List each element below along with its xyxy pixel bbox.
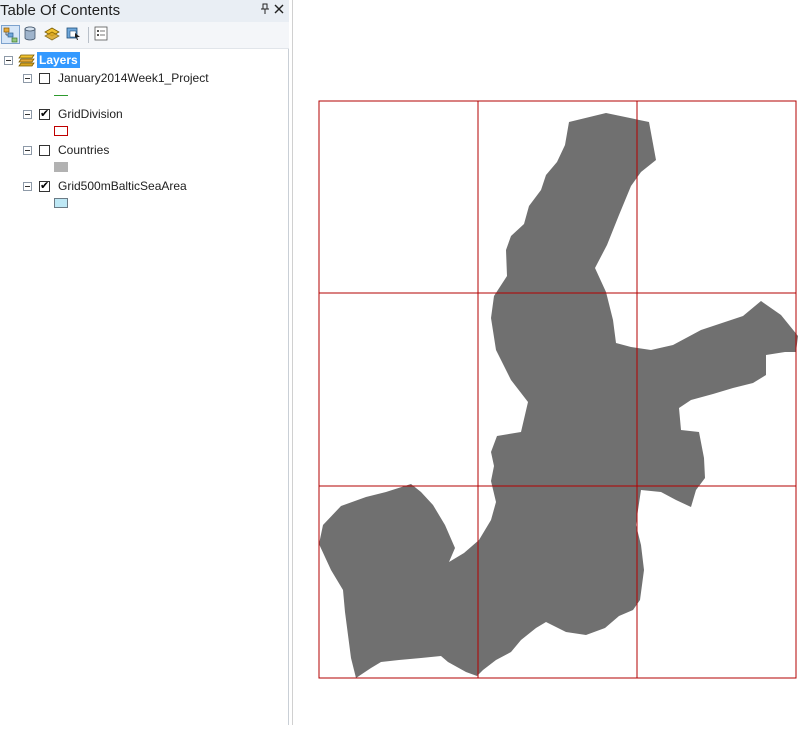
toc-toolbar	[0, 22, 289, 49]
toc-title: Table Of Contents	[0, 2, 121, 19]
layer-expander-grid500mbalticseaarea[interactable]	[23, 182, 32, 191]
light-blue-fill-symbol[interactable]	[54, 198, 68, 208]
close-icon-graphic	[274, 4, 284, 14]
layers-expander[interactable]	[4, 56, 13, 65]
list-by-visibility-button[interactable]	[44, 25, 63, 44]
map-display[interactable]	[292, 0, 806, 725]
pin-icon-graphic	[261, 3, 269, 14]
gray-fill-symbol[interactable]	[54, 162, 68, 172]
layer-checkbox-countries[interactable]	[39, 145, 50, 156]
layer-expander-countries[interactable]	[23, 146, 32, 155]
grid-cell	[636, 485, 797, 679]
hollow-rectangle-symbol[interactable]	[54, 126, 68, 136]
list-by-drawing-order-icon	[3, 27, 18, 43]
line-symbol[interactable]	[54, 95, 68, 96]
layer-checkbox-griddivision[interactable]: ✔	[39, 109, 50, 120]
layer-name-january2014week1-project[interactable]: January2014Week1_Project	[58, 71, 209, 85]
layer-checkbox-grid500mbalticseaarea[interactable]: ✔	[39, 181, 50, 192]
layer-expander-griddivision[interactable]	[23, 110, 32, 119]
layer-expander-january2014week1-project[interactable]	[23, 74, 32, 83]
pin-icon[interactable]	[258, 3, 272, 17]
list-by-source-button[interactable]	[22, 25, 41, 44]
land-polygon	[319, 113, 798, 678]
list-by-drawing-order-button[interactable]	[1, 25, 20, 44]
layer-checkbox-january2014week1-project[interactable]	[39, 73, 50, 84]
toc-title-bar: Table Of Contents	[0, 0, 289, 23]
grid-cell	[318, 100, 479, 294]
grid-cell	[636, 100, 797, 294]
layer-name-grid500mbalticseaarea[interactable]: Grid500mBalticSeaArea	[58, 179, 187, 193]
table-of-contents-panel: Table Of Contents Layers January2014Week…	[0, 0, 289, 725]
layer-name-griddivision[interactable]: GridDivision	[58, 107, 123, 121]
layer-stack-icon	[44, 27, 60, 41]
data-frame-icon	[18, 54, 35, 67]
close-icon[interactable]	[272, 3, 286, 17]
layer-name-countries[interactable]: Countries	[58, 143, 109, 157]
list-by-selection-button[interactable]	[65, 25, 84, 44]
grid-cell	[318, 292, 479, 487]
options-list-icon	[94, 26, 108, 41]
map-canvas[interactable]	[293, 0, 806, 725]
options-button[interactable]	[93, 25, 112, 44]
toolbar-separator	[88, 27, 89, 43]
layers-root-label[interactable]: Layers	[37, 52, 80, 68]
database-icon	[24, 26, 36, 41]
selection-icon	[66, 27, 80, 40]
